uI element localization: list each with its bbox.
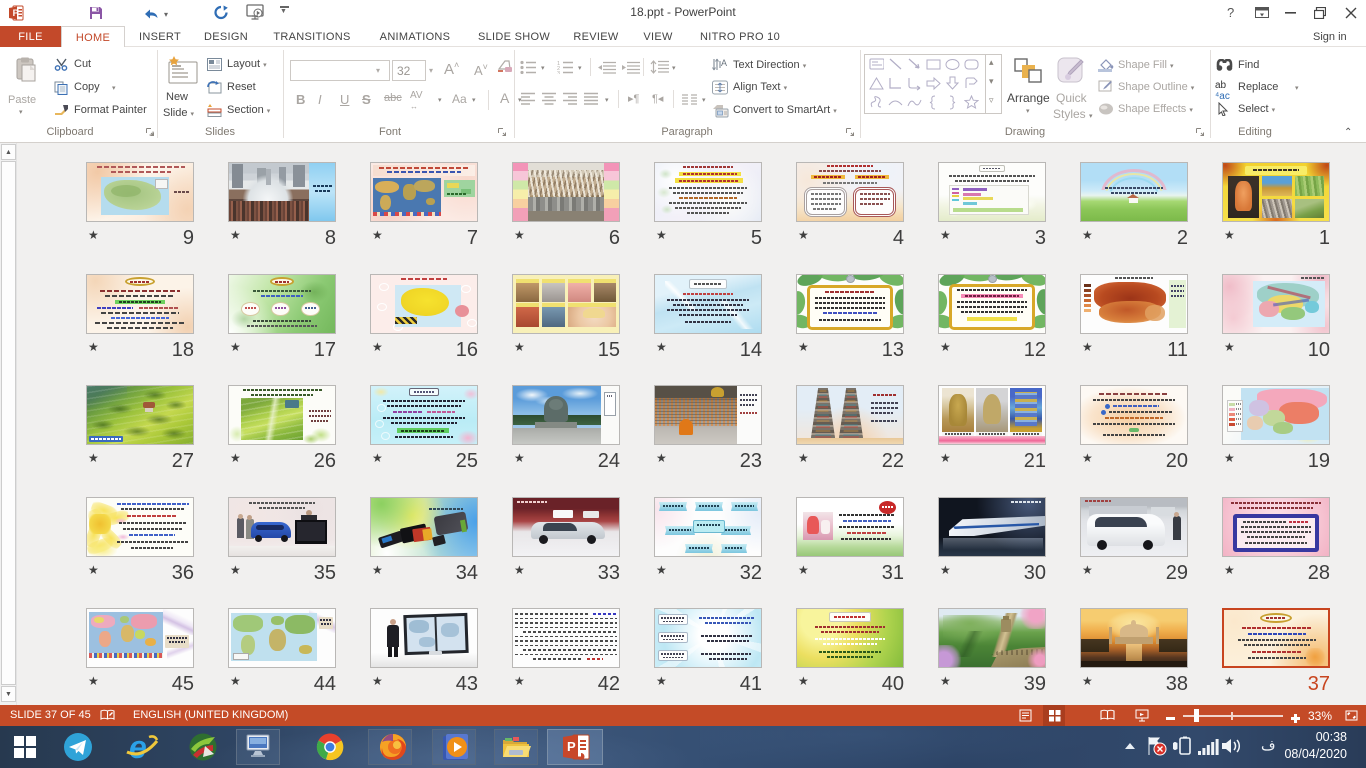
svg-text:A: A: [721, 58, 727, 68]
svg-text:e: e: [129, 731, 147, 763]
svg-text:3: 3: [557, 71, 560, 74]
svg-text:P: P: [567, 739, 576, 754]
